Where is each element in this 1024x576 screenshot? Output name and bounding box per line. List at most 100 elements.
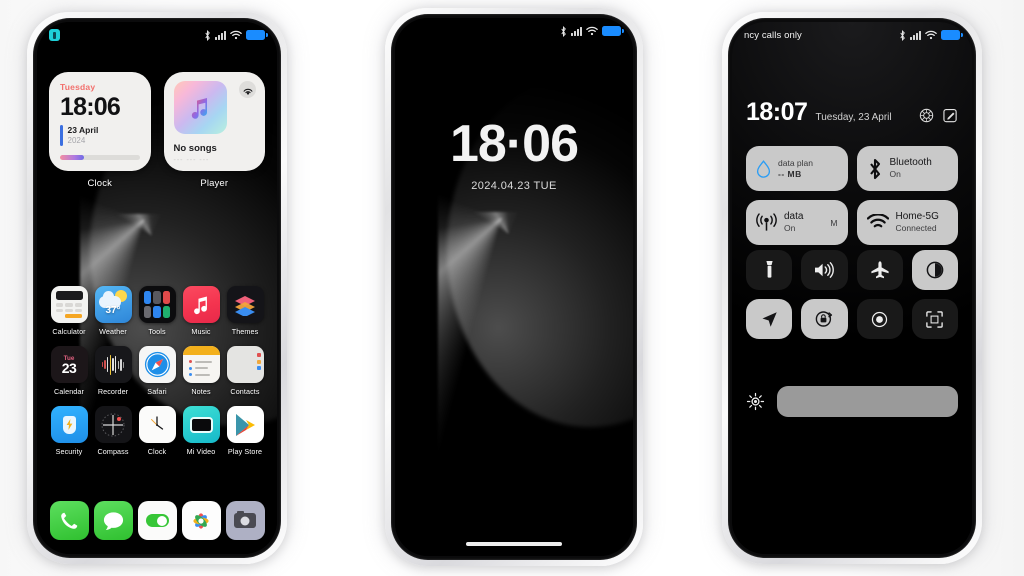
- phone-control-center: ncy calls only 18:07 Tuesday, 23 April d…: [722, 12, 982, 564]
- clock-widget-label: Clock: [87, 178, 112, 189]
- app-recorder[interactable]: Recorder: [91, 346, 135, 396]
- mobile-data-icon: [756, 212, 777, 231]
- dock: Phone Messages Settings: [47, 501, 267, 540]
- app-themes[interactable]: Themes: [223, 286, 267, 336]
- bluetooth-icon: [900, 29, 905, 41]
- phone-bezel: ncy calls only 18:07 Tuesday, 23 April d…: [728, 18, 976, 558]
- widget-clock-container[interactable]: Tuesday 18:06 23 April 2024 Clock: [49, 72, 151, 189]
- tile-bluetooth[interactable]: Bluetooth On: [856, 146, 958, 191]
- app-row: Calculator 37° Weather Tools Music Theme…: [47, 286, 267, 336]
- dock-app-settings[interactable]: Settings: [135, 501, 179, 540]
- clock-widget-year: 2024: [67, 135, 86, 145]
- tile-mobile-data-sub: On: [784, 223, 796, 234]
- compass-icon: [94, 406, 132, 443]
- dock-app-messages[interactable]: Messages: [91, 501, 135, 540]
- tools-folder-icon: [138, 286, 176, 323]
- widget-player-container[interactable]: No songs --- --- --- Player: [163, 72, 265, 189]
- tile-bluetooth-title: Bluetooth: [889, 157, 932, 169]
- app-label: Contacts: [230, 387, 260, 396]
- phone-bezel: Tuesday 18:06 23 April 2024 Clock No son…: [33, 18, 281, 558]
- app-play-store[interactable]: Play Store: [223, 406, 267, 456]
- app-label: Recorder: [97, 387, 129, 396]
- brightness-control: [746, 386, 958, 417]
- app-safari[interactable]: Safari: [135, 346, 179, 396]
- tile-mobile-data-right: M: [830, 217, 838, 228]
- toggle-flashlight[interactable]: [746, 250, 793, 290]
- control-center-screen: ncy calls only 18:07 Tuesday, 23 April d…: [732, 22, 972, 554]
- battery-icon: [602, 26, 624, 36]
- camera-icon: [225, 501, 265, 540]
- wifi-icon: [866, 214, 889, 228]
- wifi-icon: [586, 26, 598, 36]
- signal-bars-icon: [910, 30, 921, 40]
- app-grid: Calculator 37° Weather Tools Music Theme…: [47, 286, 267, 456]
- app-label: Clock: [147, 447, 167, 456]
- app-music[interactable]: Music: [179, 286, 223, 336]
- app-clock[interactable]: Clock: [135, 406, 179, 456]
- clock-widget[interactable]: Tuesday 18:06 23 April 2024: [49, 72, 151, 171]
- recorder-icon: [94, 346, 132, 383]
- weather-icon: 37°: [94, 286, 132, 323]
- control-center-date: Tuesday, 23 April: [815, 112, 892, 123]
- edit-icon[interactable]: [943, 108, 958, 123]
- lock-screen: 18·06 2024.04.23 TUE: [395, 18, 633, 556]
- weather-temperature: 37°: [105, 305, 121, 316]
- status-bar: ncy calls only: [732, 22, 972, 48]
- music-note-icon: [191, 97, 208, 119]
- app-label: Calendar: [54, 387, 84, 396]
- player-widget-label: Player: [200, 178, 229, 189]
- preview-stage: Tuesday 18:06 23 April 2024 Clock No son…: [0, 0, 1024, 576]
- airplay-icon[interactable]: [239, 81, 256, 98]
- toggle-qr-scan[interactable]: [911, 299, 958, 339]
- widget-row: Tuesday 18:06 23 April 2024 Clock No son…: [49, 72, 265, 189]
- home-indicator[interactable]: [466, 541, 562, 546]
- quick-settings-tiles: data plan -- MB Bluetooth On data On M H…: [746, 146, 958, 245]
- rotation-lock-icon: [816, 311, 833, 327]
- phone-home-screen: Tuesday 18:06 23 April 2024 Clock No son…: [27, 12, 287, 564]
- app-tools[interactable]: Tools: [135, 286, 179, 336]
- toggle-airplane-mode[interactable]: [856, 250, 903, 290]
- qr-scan-icon: [926, 310, 944, 328]
- tile-wifi[interactable]: Home-5G Connected: [856, 200, 958, 245]
- app-compass[interactable]: Compass: [91, 406, 135, 456]
- calculator-icon: [50, 286, 88, 323]
- calendar-date: 23: [61, 359, 77, 376]
- wifi-icon: [230, 30, 242, 40]
- mi-video-icon: [182, 406, 220, 443]
- toggle-screen-record[interactable]: [856, 299, 903, 339]
- tile-data-plan[interactable]: data plan -- MB: [746, 146, 848, 191]
- app-calculator[interactable]: Calculator: [47, 286, 91, 336]
- dock-app-phone[interactable]: Phone: [47, 501, 91, 540]
- brightness-slider[interactable]: [777, 386, 958, 417]
- tile-mobile-data[interactable]: data On M: [746, 200, 848, 245]
- app-security[interactable]: Security: [47, 406, 91, 456]
- player-widget[interactable]: No songs --- --- ---: [163, 72, 265, 171]
- toggle-dark-mode[interactable]: [911, 250, 958, 290]
- dock-app-camera[interactable]: Camera: [223, 501, 267, 540]
- toggle-rotation-lock[interactable]: [801, 299, 848, 339]
- app-weather[interactable]: 37° Weather: [91, 286, 135, 336]
- location-icon: [762, 311, 777, 327]
- quick-toggle-grid: [746, 250, 958, 339]
- toggle-volume[interactable]: [801, 250, 848, 290]
- notes-icon: [182, 346, 220, 383]
- lock-time: 18·06: [450, 115, 579, 173]
- safari-icon: [138, 346, 176, 383]
- app-mi-video[interactable]: Mi Video: [179, 406, 223, 456]
- themes-icon: [226, 286, 264, 323]
- app-calendar[interactable]: Tue 23 Calendar: [47, 346, 91, 396]
- clock-widget-day: Tuesday: [60, 82, 96, 92]
- settings-gear-icon[interactable]: [919, 108, 934, 123]
- tile-wifi-title: Home-5G: [895, 211, 939, 223]
- toggle-location[interactable]: [746, 299, 793, 339]
- phone-bezel: 18·06 2024.04.23 TUE: [391, 14, 637, 560]
- dock-app-gallery[interactable]: Gallery: [179, 501, 223, 540]
- app-contacts[interactable]: Contacts: [223, 346, 267, 396]
- app-notes[interactable]: Notes: [179, 346, 223, 396]
- clock-widget-progress: [60, 155, 140, 160]
- app-row: Tue 23 Calendar Recorder Safari Notes Co…: [47, 346, 267, 396]
- contacts-icon: [226, 346, 264, 383]
- player-widget-subtitle: --- --- ---: [173, 157, 210, 164]
- clock-widget-accent-bar: [60, 125, 63, 146]
- status-bar: [37, 22, 277, 48]
